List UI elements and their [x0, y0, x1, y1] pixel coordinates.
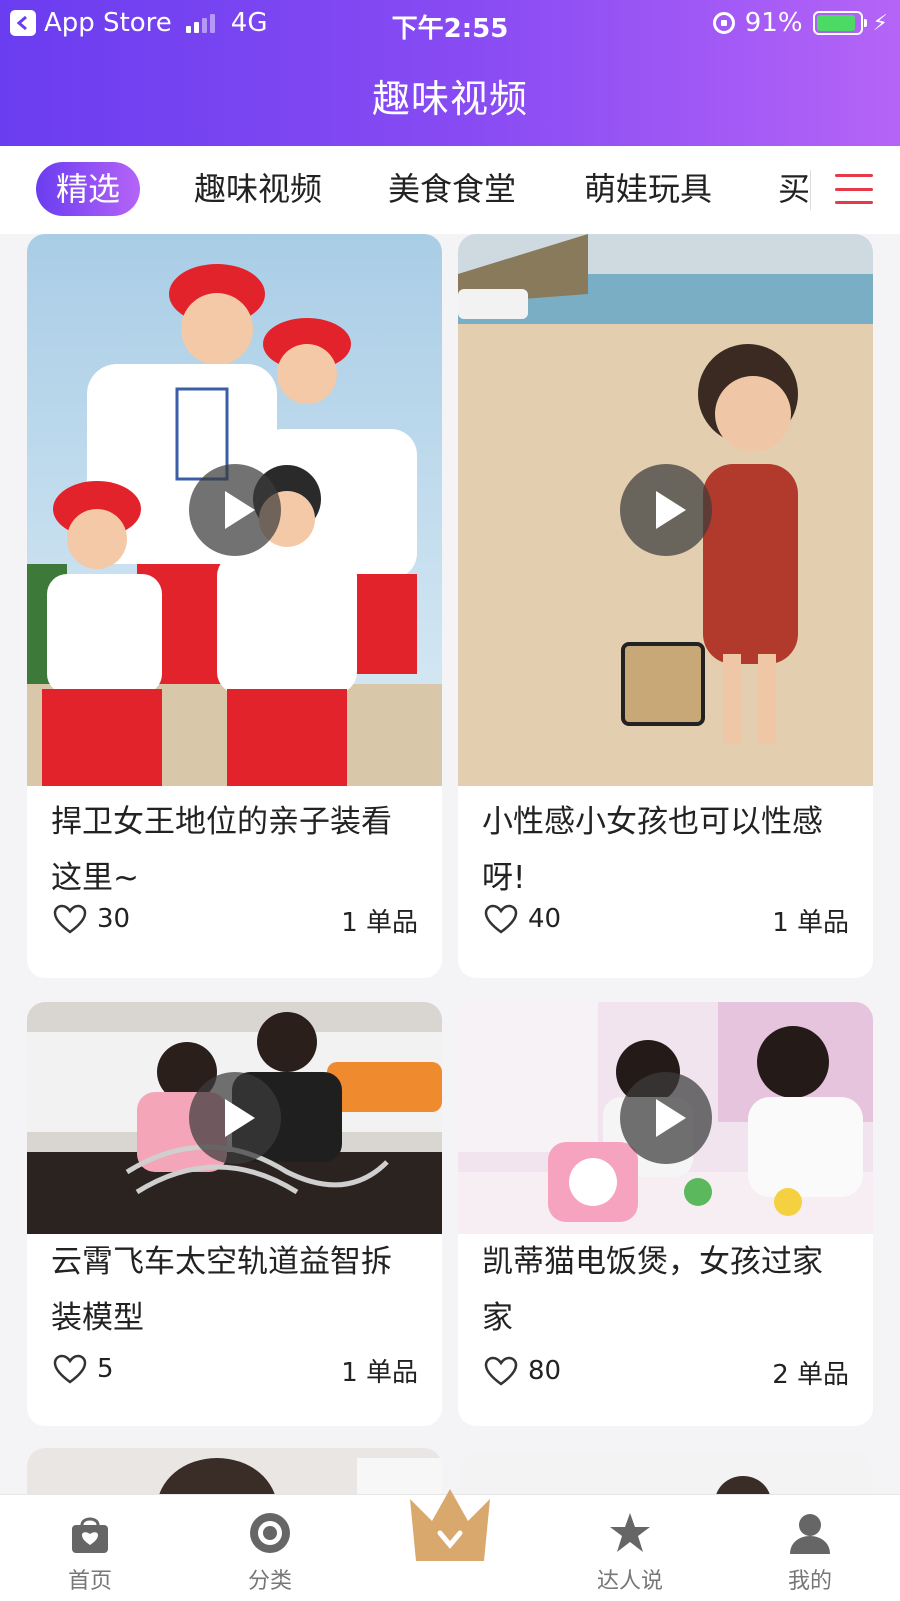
rotation-lock-icon: [712, 12, 735, 34]
header: App Store 4G 下午2:55 91% ⚡ 趣味视频: [0, 0, 900, 146]
video-thumbnail[interactable]: [458, 1002, 873, 1234]
video-thumbnail[interactable]: [27, 234, 442, 786]
video-thumbnail[interactable]: [27, 1448, 442, 1494]
video-card[interactable]: 凯蒂猫电饭煲，女孩过家家 80 2 单品: [458, 1002, 873, 1426]
play-icon[interactable]: [619, 464, 712, 556]
video-title[interactable]: 云霄飞车太空轨道益智拆装模型: [51, 1234, 422, 1346]
tab-toys[interactable]: 萌娃玩具: [584, 162, 712, 216]
nav-expert-label: 达人说: [596, 1569, 663, 1594]
video-card[interactable]: 云霄飞车太空轨道益智拆装模型 5 1 单品: [27, 1002, 442, 1426]
video-feed[interactable]: 捍卫女王地位的亲子装看这里~ 30 1 单品 小性感小女孩也可以性感呀! 40 …: [0, 234, 900, 1494]
heart-icon: [53, 904, 87, 934]
video-card[interactable]: [27, 1448, 442, 1494]
crown-icon: [410, 1489, 490, 1561]
like-count: 40: [528, 904, 562, 934]
video-card[interactable]: [458, 1452, 873, 1494]
tab-divider: [810, 170, 811, 210]
play-icon[interactable]: [619, 1072, 712, 1164]
tab-fun-video[interactable]: 趣味视频: [194, 162, 322, 216]
play-icon[interactable]: [188, 1072, 281, 1164]
nav-category-label: 分类: [247, 1569, 292, 1594]
bag-icon: [72, 1517, 108, 1553]
video-thumbnail[interactable]: [458, 234, 873, 786]
video-thumbnail[interactable]: [27, 1002, 442, 1234]
heart-icon: [484, 904, 518, 934]
item-count: 2 单品: [772, 1360, 849, 1390]
tab-food[interactable]: 美食食堂: [388, 162, 516, 216]
video-title[interactable]: 捍卫女王地位的亲子装看这里~: [51, 794, 422, 906]
video-title[interactable]: 凯蒂猫电饭煲，女孩过家家: [482, 1234, 853, 1346]
charging-icon: ⚡: [872, 10, 888, 36]
video-card[interactable]: 捍卫女王地位的亲子装看这里~ 30 1 单品: [27, 234, 442, 978]
nav-home-label: 首页: [67, 1569, 112, 1594]
heart-icon: [53, 1354, 87, 1384]
item-count: 1 单品: [341, 908, 418, 938]
nav-home[interactable]: 首页: [30, 1509, 150, 1595]
battery-label: 91%: [744, 8, 803, 38]
category-tabs: 精选 趣味视频 美食食堂 萌娃玩具 买: [0, 146, 900, 234]
video-title[interactable]: 小性感小女孩也可以性感呀!: [482, 794, 853, 906]
battery-icon: [812, 11, 867, 35]
like-button[interactable]: 40: [484, 904, 561, 934]
heart-icon: [484, 1356, 518, 1386]
nav-vip[interactable]: [404, 1481, 496, 1573]
item-count: 1 单品: [772, 908, 849, 938]
item-count: 1 单品: [341, 1358, 418, 1388]
nav-profile[interactable]: 我的: [750, 1509, 870, 1595]
like-button[interactable]: 80: [484, 1356, 561, 1386]
menu-icon[interactable]: [835, 174, 873, 204]
like-count: 30: [97, 904, 131, 934]
like-count: 5: [97, 1354, 114, 1384]
like-count: 80: [528, 1356, 562, 1386]
nav-profile-label: 我的: [787, 1569, 832, 1594]
bottom-navigation: 首页 分类 达人说 我的: [0, 1489, 900, 1601]
video-card[interactable]: 小性感小女孩也可以性感呀! 40 1 单品: [458, 234, 873, 978]
video-thumbnail[interactable]: [458, 1452, 873, 1494]
tab-featured[interactable]: 精选: [36, 162, 141, 216]
play-icon[interactable]: [188, 464, 281, 556]
target-icon: [250, 1513, 290, 1553]
nav-category[interactable]: 分类: [210, 1509, 330, 1595]
user-icon: [790, 1514, 830, 1554]
like-button[interactable]: 30: [53, 904, 130, 934]
like-button[interactable]: 5: [53, 1354, 114, 1384]
nav-expert[interactable]: 达人说: [570, 1509, 690, 1595]
star-icon: [610, 1513, 650, 1552]
tab-buy[interactable]: 买: [778, 162, 810, 216]
page-title: 趣味视频: [371, 77, 528, 121]
status-bar: App Store 4G 下午2:55 91% ⚡: [0, 0, 900, 46]
